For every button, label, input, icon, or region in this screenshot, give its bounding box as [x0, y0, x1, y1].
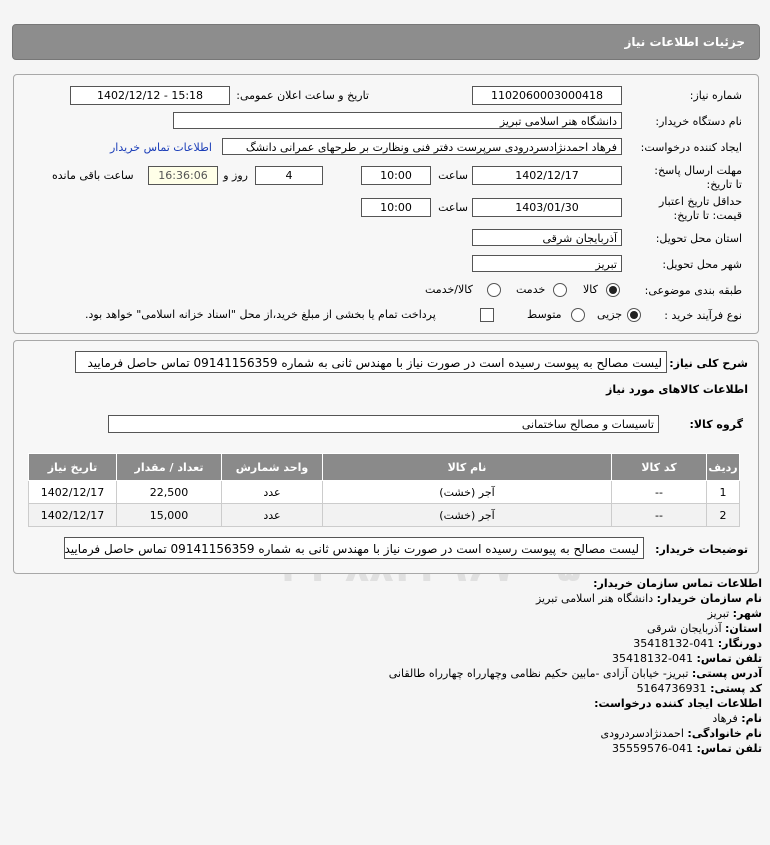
category-radio-goods-service[interactable]	[487, 283, 501, 297]
category-label: طبقه بندی موضوعی:	[644, 284, 742, 297]
validity-time-field: 10:00	[361, 198, 431, 217]
city-field: تبریز	[472, 255, 622, 272]
col-unit: واحد شمارش	[221, 453, 323, 481]
days-label: روز و	[223, 169, 248, 182]
summary-text: لیست مصالح به پیوست رسیده است در صورت نی…	[75, 351, 667, 373]
creator-phone-line: تلفن تماس: 041-35559576	[612, 742, 762, 755]
process-radio-medium[interactable]	[571, 308, 585, 322]
cell-unit: عدد	[221, 480, 323, 504]
process-option-minor: جزیی	[597, 308, 623, 321]
process-label: نوع فرآیند خرید :	[664, 309, 742, 322]
creator-field: فرهاد احمدنژادسردرودی سرپرست دفتر فنی ون…	[222, 138, 622, 155]
cell-code: --	[611, 480, 707, 504]
buyer-org-label: نام دستگاه خریدار:	[655, 115, 742, 128]
category-option-service: خدمت	[516, 283, 546, 296]
creator-section-title: اطلاعات ایجاد کننده درخواست:	[594, 697, 762, 710]
validity-date-field: 1403/01/30	[472, 198, 622, 217]
category-option-goods-service: کالا/خدمت	[425, 283, 473, 296]
contact-phone-line: تلفن تماس: 041-35418132	[612, 652, 762, 665]
goods-group-label: گروه کالا:	[689, 418, 743, 431]
announce-label: تاریخ و ساعت اعلان عمومی:	[236, 89, 369, 102]
page-header: جزئیات اطلاعات نیاز	[12, 24, 760, 60]
deadline-label: مهلت ارسال پاسخ: تا تاریخ:	[654, 164, 742, 191]
need-number-field: 1102060003000418	[472, 86, 622, 105]
contact-fax-line: دورنگار: 041-35418132	[633, 637, 762, 650]
remaining-time-label: ساعت باقی مانده	[52, 169, 134, 182]
table-row: 1 -- آجر (خشت) عدد 22,500 1402/12/17	[28, 480, 740, 504]
items-table-header: ردیف کد کالا نام کالا واحد شمارش تعداد /…	[28, 453, 740, 481]
province-label: استان محل تحویل:	[655, 232, 742, 245]
treasury-payment-note: پرداخت تمام یا بخشی از مبلغ خرید،از محل …	[85, 308, 436, 321]
buyer-contact-link[interactable]: اطلاعات تماس خریدار	[110, 141, 212, 154]
validity-label: حداقل تاریخ اعتبار قیمت: تا تاریخ:	[658, 195, 742, 222]
col-row: ردیف	[706, 453, 740, 481]
cell-name: آجر (خشت)	[322, 503, 612, 527]
contact-city-line: شهر: تبریز	[707, 607, 762, 620]
creator-label: ایجاد کننده درخواست:	[640, 141, 742, 154]
page-title: جزئیات اطلاعات نیاز	[624, 35, 745, 49]
items-table: ردیف کد کالا نام کالا واحد شمارش تعداد /…	[28, 453, 740, 527]
buyer-notes-text: لیست مصالح به پیوست رسیده است در صورت نی…	[64, 537, 644, 559]
category-option-goods: کالا	[583, 283, 598, 296]
deadline-time-field: 10:00	[361, 166, 431, 185]
contact-postal-line: کد پستی: 5164736931	[636, 682, 762, 695]
need-number-label: شماره نیاز:	[689, 89, 742, 102]
col-code: کد کالا	[611, 453, 707, 481]
cell-row: 2	[706, 503, 740, 527]
col-name: نام کالا	[322, 453, 612, 481]
cell-code: --	[611, 503, 707, 527]
cell-row: 1	[706, 480, 740, 504]
cell-date: 1402/12/17	[28, 480, 117, 504]
creator-family-line: نام خانوادگی: احمدنژادسردرودی	[600, 727, 762, 740]
buyer-notes-label: توضیحات خریدار:	[655, 543, 748, 556]
buyer-org-field: دانشگاه هنر اسلامی تبریز	[173, 112, 622, 129]
deadline-date-field: 1402/12/17	[472, 166, 622, 185]
announce-date-field: 1402/12/12 - 15:18	[70, 86, 230, 105]
category-radio-service[interactable]	[553, 283, 567, 297]
category-radio-goods[interactable]	[606, 283, 620, 297]
days-remaining-field: 4	[255, 166, 323, 185]
province-field: آذربایجان شرقی	[472, 229, 622, 246]
items-section-title: اطلاعات کالاهای مورد نیاز	[606, 383, 748, 396]
col-quantity: تعداد / مقدار	[116, 453, 222, 481]
city-label: شهر محل تحویل:	[662, 258, 742, 271]
col-date: تاریخ نیاز	[28, 453, 117, 481]
cell-name: آجر (خشت)	[322, 480, 612, 504]
cell-unit: عدد	[221, 503, 323, 527]
cell-date: 1402/12/17	[28, 503, 117, 527]
cell-quantity: 22,500	[116, 480, 222, 504]
summary-label: شرح کلی نیاز:	[669, 357, 748, 370]
table-row: 2 -- آجر (خشت) عدد 15,000 1402/12/17	[28, 503, 740, 527]
cell-quantity: 15,000	[116, 503, 222, 527]
validity-time-label: ساعت	[438, 201, 468, 214]
process-option-medium: متوسط	[527, 308, 562, 321]
contact-section-title: اطلاعات تماس سازمان خریدار:	[593, 577, 762, 590]
contact-org-line: نام سازمان خریدار: دانشگاه هنر اسلامی تب…	[535, 592, 762, 605]
remaining-time-field: 16:36:06	[148, 166, 218, 185]
process-radio-minor[interactable]	[627, 308, 641, 322]
contact-address-line: آدرس پستی: تبریز- خیابان آزادی -مابین حک…	[388, 667, 762, 680]
contact-province-line: استان: آذربایجان شرقی	[647, 622, 762, 635]
creator-name-line: نام: فرهاد	[712, 712, 762, 725]
goods-group-field: تاسیسات و مصالح ساختمانی	[108, 415, 659, 433]
treasury-payment-checkbox[interactable]	[480, 308, 494, 322]
deadline-time-label: ساعت	[438, 169, 468, 182]
